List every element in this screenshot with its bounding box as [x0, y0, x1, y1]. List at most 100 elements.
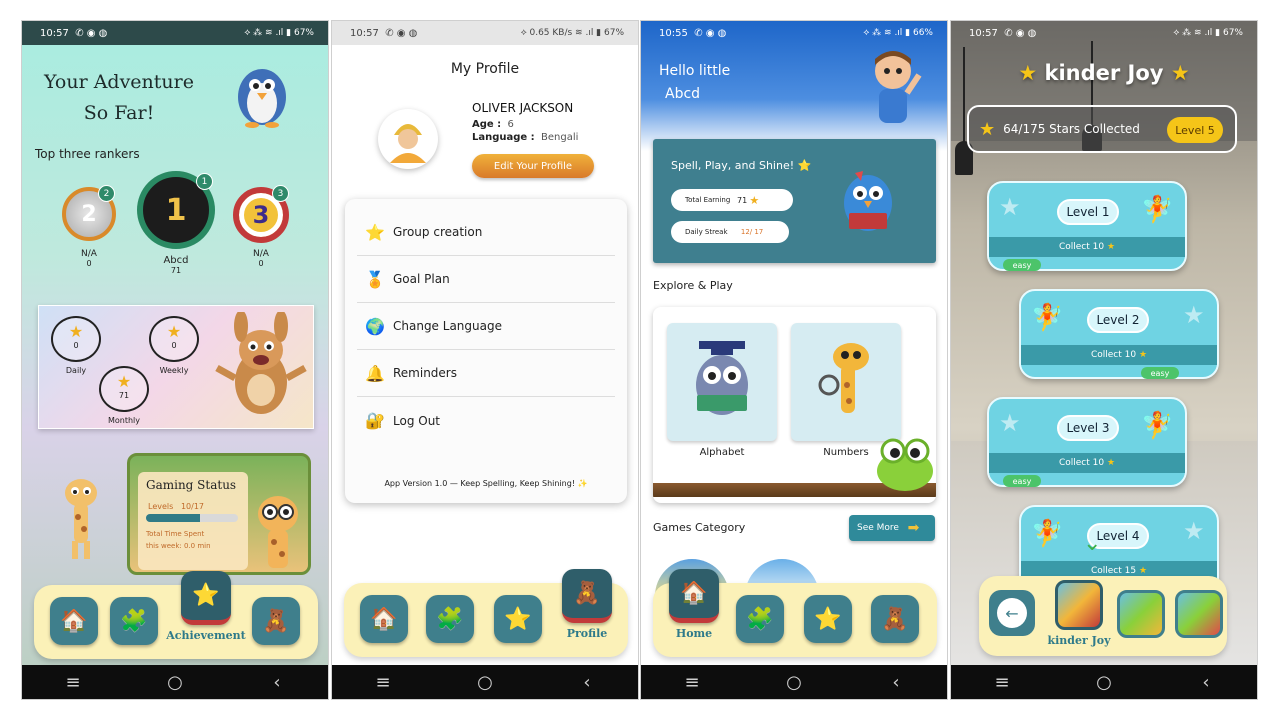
- ranker-name: N/A: [253, 249, 269, 259]
- back-button[interactable]: ←: [989, 590, 1035, 636]
- system-home-button[interactable]: ○: [1084, 672, 1124, 693]
- system-back-button[interactable]: ‹: [876, 672, 916, 693]
- fairy-character-icon: 🧚: [1031, 519, 1064, 549]
- recent-apps-button[interactable]: ≡: [53, 672, 93, 693]
- lock-icon: 🔐: [365, 411, 385, 430]
- kangaroo-mascot: [211, 310, 311, 424]
- ranker-score: 71: [170, 266, 182, 275]
- star-icon: ★: [749, 193, 760, 207]
- settings-card: ⭐ Group creation 🏅 Goal Plan 🌍 Change Langu…: [345, 199, 627, 503]
- menu-item-group-creation[interactable]: ⭐ Group creation: [357, 209, 615, 256]
- home-screen: 10:55 ✆ ◉ ◍ ⟡ ⁂ ≋ .ıl ▮ 66% Hello little…: [640, 20, 948, 700]
- menu-item-change-language[interactable]: 🌍 Change Language: [357, 303, 615, 350]
- bell-icon: 🔔: [365, 363, 385, 383]
- active-tab-label: Profile: [566, 627, 608, 640]
- giraffe-mascot: [50, 469, 114, 561]
- game-thumbnail[interactable]: [1175, 590, 1223, 638]
- medal-icon: 🏅: [365, 269, 385, 289]
- star-icon: ★: [1106, 458, 1116, 468]
- system-home-button[interactable]: ○: [155, 672, 195, 693]
- ranker-third: 3 3 N/A 0: [232, 185, 290, 268]
- house-icon: 🏠: [60, 608, 88, 634]
- star-outline-icon: ★: [1183, 301, 1205, 329]
- menu-item-goal-plan[interactable]: 🏅 Goal Plan: [357, 256, 615, 303]
- see-more-button[interactable]: See More ➡: [849, 515, 935, 541]
- menu-label: Log Out: [393, 413, 441, 428]
- stats-card: ★ 0 Daily ★ 0 Weekly ★ 71 Monthly: [38, 305, 314, 429]
- game-thumbnail[interactable]: [1117, 590, 1165, 638]
- rankers-heading: Top three rankers: [35, 147, 140, 161]
- home-button[interactable]: 🏠: [669, 569, 719, 623]
- recent-apps-button[interactable]: ≡: [363, 672, 403, 693]
- level-card-3[interactable]: ★ Level 3 🧚 Collect 10 ★ easy: [987, 397, 1187, 487]
- globe-icon: 🌍: [365, 316, 385, 336]
- active-tab-label: Home: [675, 627, 713, 640]
- level-card-2[interactable]: 🧚 Level 2 ★ Collect 10 ★ easy: [1019, 289, 1219, 379]
- fairy-character-icon: 🧚: [1141, 411, 1174, 441]
- menu-item-log-out[interactable]: 🔐 Log Out: [357, 397, 615, 444]
- star-icon: ★: [1170, 61, 1190, 85]
- gaming-status-title: Gaming Status: [146, 478, 237, 492]
- teddy-bear-icon: 🧸: [881, 606, 909, 632]
- rank-badge: 1: [196, 173, 213, 190]
- level-card-1[interactable]: ★ Level 1 🧚 Collect 10 ★ easy: [987, 181, 1187, 271]
- monthly-stat: ★ 71: [99, 366, 149, 412]
- status-right: ⟡ ⁂ ≋ .ıl ▮ 67%: [244, 28, 314, 38]
- ranker-name: Abcd: [163, 255, 189, 266]
- rank-badge: 2: [98, 185, 115, 202]
- menu-label: Reminders: [393, 366, 457, 380]
- collect-label: Collect 10 ★: [1021, 345, 1217, 365]
- system-nav-bar: ≡ ○ ‹: [332, 665, 638, 699]
- star-icon: ⭐: [365, 222, 385, 242]
- bottom-dock: 🏠 🧩 ⭐ 🧸 Profile: [344, 569, 628, 657]
- ranker-first: 1 1 Abcd 71: [134, 171, 218, 275]
- system-back-button[interactable]: ‹: [1186, 672, 1226, 693]
- app-version: App Version 1.0 — Keep Spelling, Keep Sh…: [384, 479, 588, 488]
- stars-collected-text: 64/175 Stars Collected: [1003, 122, 1140, 136]
- status-bar: 10:57 ✆ ◉ ◍ ⟡ ⁂ ≋ .ıl ▮ 67%: [22, 21, 328, 45]
- puzzle-button[interactable]: 🧩: [736, 595, 784, 643]
- weekly-label: Weekly: [159, 366, 189, 375]
- star-outline-icon: ★: [999, 193, 1021, 221]
- bear-button[interactable]: 🧸: [252, 597, 300, 645]
- star-icon: ★: [68, 322, 84, 341]
- status-bar: 10:55 ✆ ◉ ◍ ⟡ ⁂ ≋ .ıl ▮ 66%: [641, 21, 947, 45]
- status-time: 10:55: [659, 27, 688, 39]
- star-icon: ★: [979, 118, 996, 140]
- system-nav-bar: ≡ ○ ‹: [22, 665, 328, 699]
- menu-item-reminders[interactable]: 🔔 Reminders: [357, 350, 615, 397]
- giraffe-glasses-mascot: [248, 484, 306, 568]
- rank-badge: 3: [272, 185, 289, 202]
- home-button[interactable]: 🏠: [360, 595, 408, 643]
- system-back-button[interactable]: ‹: [567, 672, 607, 693]
- greeting-line2: Abcd: [665, 86, 701, 102]
- system-back-button[interactable]: ‹: [257, 672, 297, 693]
- home-button[interactable]: 🏠: [50, 597, 98, 645]
- system-home-button[interactable]: ○: [774, 672, 814, 693]
- penguin-mascot: [230, 55, 294, 129]
- bear-button[interactable]: 🧸: [871, 595, 919, 643]
- system-home-button[interactable]: ○: [465, 672, 505, 693]
- greeting-line1: Hello little: [659, 63, 731, 79]
- stars-collected-bar: ★ 64/175 Stars Collected Level 5: [967, 105, 1237, 153]
- achievement-button[interactable]: ⭐: [804, 595, 852, 643]
- achievement-button[interactable]: ⭐: [494, 595, 542, 643]
- time-spent-label: Total Time Spent: [146, 530, 205, 538]
- teddy-bear-icon: 🧸: [262, 608, 290, 634]
- collect-label: Collect 10 ★: [989, 453, 1185, 473]
- puzzle-button[interactable]: 🧩: [110, 597, 158, 645]
- edit-profile-button[interactable]: Edit Your Profile: [472, 154, 594, 178]
- level-badge: Level 5: [1167, 117, 1223, 143]
- hero-card: Spell, Play, and Shine! ⭐ Total Earning …: [653, 139, 936, 263]
- active-tab-label: Achievement: [166, 629, 246, 642]
- puzzle-button[interactable]: 🧩: [426, 595, 474, 643]
- game-thumbnail-active[interactable]: [1055, 580, 1103, 630]
- arrow-left-icon: ←: [997, 598, 1027, 628]
- achievement-button[interactable]: ⭐: [181, 571, 231, 625]
- profile-button[interactable]: 🧸: [562, 569, 612, 623]
- difficulty-badge: easy: [1141, 367, 1179, 379]
- numbers-tile[interactable]: [791, 323, 901, 441]
- recent-apps-button[interactable]: ≡: [982, 672, 1022, 693]
- recent-apps-button[interactable]: ≡: [672, 672, 712, 693]
- alphabet-tile[interactable]: [667, 323, 777, 441]
